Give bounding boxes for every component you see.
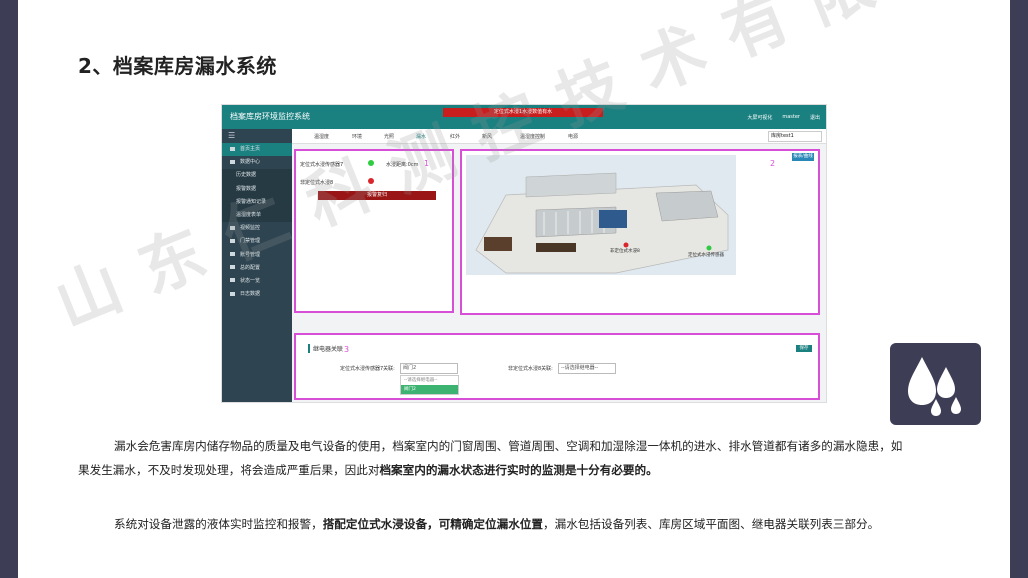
tab[interactable]: 新风: [482, 133, 492, 140]
dropdown-option[interactable]: --请选择继电器--: [401, 376, 458, 385]
relay-field1-select[interactable]: 阀门2: [400, 363, 458, 374]
sidebar-item-label: 日志数据: [240, 291, 261, 298]
sidebar-item[interactable]: 状态一览: [222, 275, 292, 288]
relay-dropdown: --请选择继电器-- 阀门2: [400, 375, 459, 395]
menu-icon: [230, 159, 235, 164]
sidebar-item[interactable]: 首页主页: [222, 143, 292, 157]
right-decor-bar: [1010, 0, 1028, 578]
header-actions: 大屏可视化 master 退出: [747, 114, 820, 121]
sidebar-item-label: 门禁管理: [240, 238, 261, 245]
tab[interactable]: 温湿度: [314, 133, 329, 140]
app-title: 档案库房环境监控系统: [230, 112, 310, 121]
panel-number: 3: [344, 345, 350, 354]
map-label-sensor7: 定位式水浸传感器: [688, 253, 724, 258]
sidebar-item[interactable]: 历史数据: [222, 169, 292, 183]
relay-field2-label: 非定位式水浸8关联:: [508, 366, 553, 372]
relay-field1-label: 定位式水浸传感器7关联:: [340, 366, 395, 372]
sidebar: ☰ 首页主页数据中心历史数据报警数据报警通知记录 温湿度表单视频监控门禁管理账号管…: [222, 129, 292, 402]
paragraph-1-cont: 果发生漏水，不及时发现处理，将会造成严重后果，因此对档案室内的漏水状态进行实时的…: [78, 458, 988, 482]
relay-panel: 继电器关联 3 保存 定位式水浸传感器7关联: 阀门2 非定位式水浸8关联: -…: [294, 333, 820, 400]
sidebar-item-label: 首页主页: [240, 146, 261, 152]
alarm-reset-button[interactable]: 报警复归: [318, 191, 436, 200]
menu-icon: [230, 238, 235, 243]
relay-field2-select[interactable]: --请选择继电器--: [558, 363, 616, 374]
water-drop-icon: [908, 357, 961, 416]
sensor1-status-icon: [368, 160, 374, 166]
tab[interactable]: 漏水: [416, 133, 426, 140]
paragraph-2-bold: 搭配定位式水浸设备，可精确定位漏水位置: [322, 517, 543, 531]
paragraph-2: 系统对设备泄露的液体实时监控和报警，搭配定位式水浸设备，可精确定位漏水位置，漏水…: [78, 512, 988, 536]
sensor2-status-icon: [368, 178, 374, 184]
sidebar-item-label: 状态一览: [240, 277, 261, 284]
menu-icon: [230, 225, 235, 230]
sidebar-item-label: 历史数据: [236, 172, 257, 179]
report-button[interactable]: 报表/曲线: [792, 153, 814, 161]
sidebar-item[interactable]: 总的配置: [222, 262, 292, 275]
slide-title: 2、档案库房漏水系统: [78, 54, 277, 78]
paragraph-2-part2: ，漏水包括设备列表、库房区域平面图、继电器关联列表三部分。: [543, 517, 880, 531]
sidebar-item-label: 数据中心: [240, 159, 261, 166]
sensor2-label: 非定位式水浸8: [300, 180, 334, 186]
menu-icon: [230, 265, 235, 270]
panel-number: 1: [424, 159, 430, 168]
sidebar-item-label: 总的配置: [240, 264, 261, 271]
tab[interactable]: 光照: [384, 133, 394, 140]
tab[interactable]: 电源: [568, 133, 578, 140]
paragraph-1-line2: 果发生漏水，不及时发现处理，将会造成严重后果，因此对: [78, 463, 380, 477]
left-decor-bar: [0, 0, 18, 578]
sidebar-item[interactable]: 温湿度表单: [222, 208, 292, 223]
relay-section-title: 继电器关联: [308, 344, 343, 353]
sidebar-item-label: 温湿度表单: [236, 211, 262, 218]
tab[interactable]: 环境: [352, 133, 362, 140]
menu-icon: [230, 252, 235, 256]
paragraph-1-line1: 漏水会危害库房内储存物品的质量及电气设备的使用，档案室内的门窗周围、管道周围、空…: [114, 439, 903, 453]
paragraph-1: 漏水会危害库房内储存物品的质量及电气设备的使用，档案室内的门窗周围、管道周围、空…: [78, 434, 988, 458]
save-button[interactable]: 保存: [796, 345, 812, 352]
menu-icon: [230, 278, 235, 283]
floor-plan-panel: 2 报表/曲线 非定位式水浸8 定位式水浸传感器: [460, 149, 820, 315]
panel-number: 2: [770, 159, 776, 168]
tab[interactable]: 温湿度控制: [520, 133, 545, 140]
sidebar-item-label: 账号管理: [240, 251, 261, 258]
sidebar-item-label: 视频监控: [240, 225, 261, 232]
bigscreen-link[interactable]: 大屏可视化: [747, 114, 772, 121]
sidebar-item[interactable]: 视频监控: [222, 222, 292, 235]
warehouse-select[interactable]: 库房test1: [768, 131, 822, 142]
user-name[interactable]: master: [782, 114, 800, 121]
sidebar-item[interactable]: 数据中心: [222, 156, 292, 169]
paragraph-1-bold: 档案室内的漏水状态进行实时的监测是十分有必要的。: [379, 463, 658, 477]
map-label-sensor8: 非定位式水浸8: [610, 249, 640, 254]
device-list-panel: 1 定位式水浸传感器7 水浸距离:0cm 非定位式水浸8 报警复归: [294, 149, 454, 313]
sidebar-item[interactable]: 报警数据: [222, 182, 292, 196]
sidebar-item[interactable]: 账号管理: [222, 249, 292, 262]
tab[interactable]: 红外: [450, 133, 460, 140]
sidebar-item[interactable]: 门禁管理: [222, 235, 292, 248]
app-header: 档案库房环境监控系统 定位式水浸1水浸数值有水 大屏可视化 master 退出: [222, 105, 826, 129]
alert-banner: 定位式水浸1水浸数值有水: [443, 108, 603, 117]
sidebar-item-label: 报警数据: [236, 185, 257, 192]
menu-icon: [230, 291, 235, 296]
system-screenshot: 档案库房环境监控系统 定位式水浸1水浸数值有水 大屏可视化 master 退出 …: [221, 104, 827, 403]
sensor1-distance: 水浸距离:0cm: [386, 162, 419, 168]
sidebar-item[interactable]: 日志数据: [222, 288, 292, 301]
tab-bar: 温湿度 环境 光照 漏水 红外 新风 温湿度控制 电源 库房test1: [292, 129, 826, 144]
menu-icon: [230, 146, 235, 151]
sidebar-item[interactable]: 报警通知记录: [222, 195, 292, 209]
paragraph-2-part1: 系统对设备泄露的液体实时监控和报警，: [114, 517, 323, 531]
menu-toggle-icon[interactable]: ☰: [222, 129, 292, 143]
dropdown-option[interactable]: 阀门2: [401, 385, 458, 394]
sensor1-label: 定位式水浸传感器7: [300, 162, 344, 168]
sidebar-item-label: 报警通知记录: [236, 198, 267, 205]
water-drop-logo: [890, 343, 981, 425]
logout-link[interactable]: 退出: [810, 114, 820, 121]
